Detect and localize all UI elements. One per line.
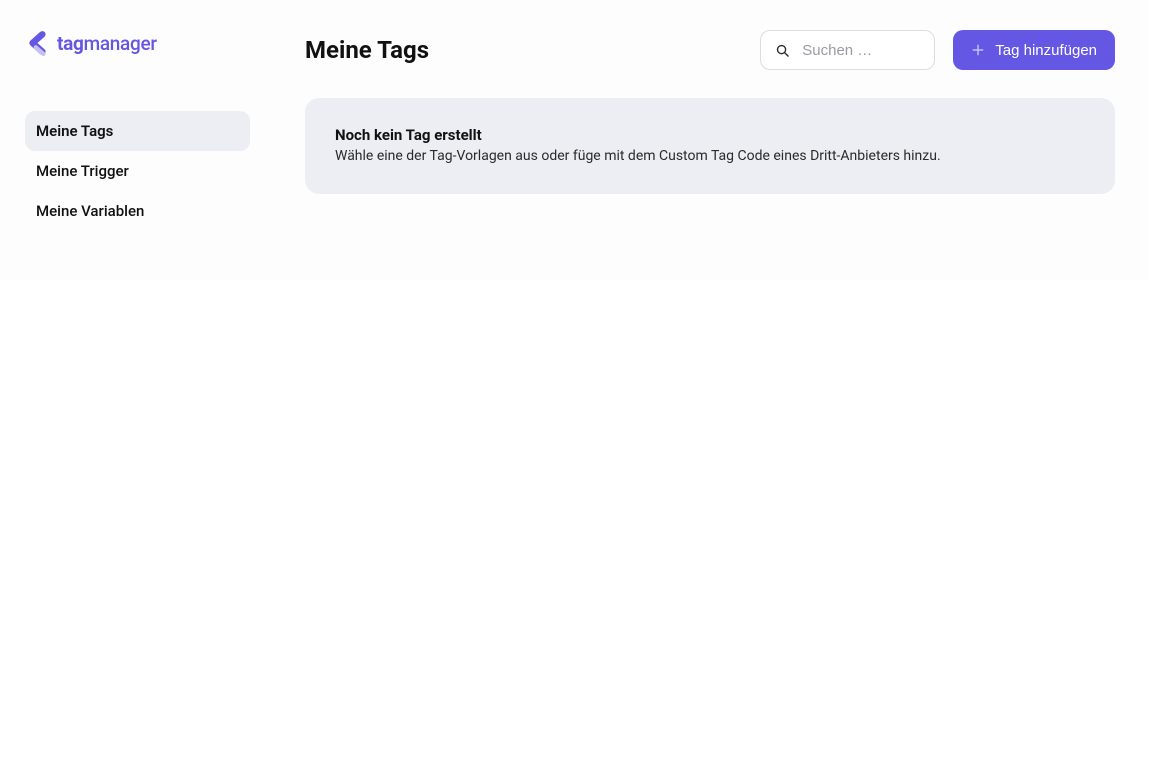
- brand: tagmanager: [25, 30, 250, 56]
- sidebar-item-label: Meine Variablen: [36, 202, 144, 220]
- plus-icon: [971, 43, 985, 57]
- add-tag-label: Tag hinzufügen: [995, 42, 1097, 59]
- add-tag-button[interactable]: Tag hinzufügen: [953, 30, 1115, 70]
- header-actions: Tag hinzufügen: [760, 30, 1115, 70]
- empty-state-title: Noch kein Tag erstellt: [335, 126, 1085, 144]
- empty-state-description: Wähle eine der Tag-Vorlagen aus oder füg…: [335, 148, 1085, 164]
- page-title: Meine Tags: [305, 36, 429, 64]
- search-input[interactable]: [802, 42, 920, 59]
- search-box[interactable]: [760, 30, 935, 70]
- sidebar-item-my-variables[interactable]: Meine Variablen: [25, 191, 250, 231]
- page-header: Meine Tags Tag hinzufügen: [305, 30, 1115, 70]
- empty-state-card: Noch kein Tag erstellt Wähle eine der Ta…: [305, 98, 1115, 194]
- sidebar-item-my-triggers[interactable]: Meine Trigger: [25, 151, 250, 191]
- brand-title: tagmanager: [57, 32, 157, 55]
- brand-icon: [25, 30, 51, 56]
- brand-part1: tag: [57, 32, 84, 55]
- main-content: Meine Tags Tag hinzufügen: [275, 0, 1149, 280]
- search-icon: [775, 43, 790, 58]
- sidebar-item-my-tags[interactable]: Meine Tags: [25, 111, 250, 151]
- brand-part2: manager: [84, 32, 157, 55]
- sidebar-item-label: Meine Tags: [36, 122, 113, 140]
- sidebar-item-label: Meine Trigger: [36, 162, 129, 180]
- sidebar-nav: Meine Tags Meine Trigger Meine Variablen: [25, 111, 250, 231]
- sidebar: tagmanager Meine Tags Meine Trigger Mein…: [0, 0, 275, 280]
